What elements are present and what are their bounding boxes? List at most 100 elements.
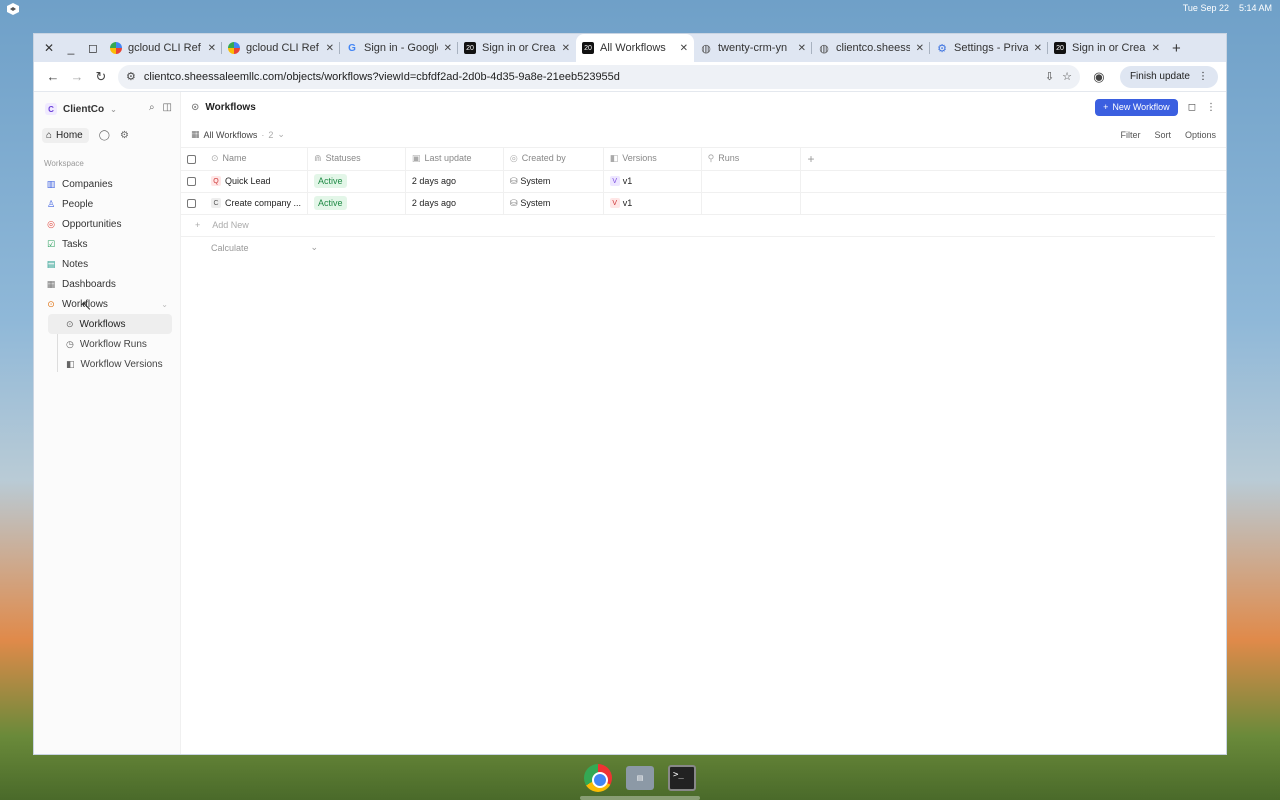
version-value: v1 [622,175,633,186]
column-header-versions[interactable]: ◧ Versions [603,148,702,171]
sidebar-subitem-label: Workflows [79,318,126,330]
version-avatar: V [609,198,620,209]
home-button[interactable]: ⌂ Home [42,128,89,143]
sidebar-subitem-workflows[interactable]: ⊙ Workflows [48,314,172,334]
site-info-icon[interactable]: ⚙ [126,70,136,83]
calculate-button[interactable]: Calculate ⌄ [181,237,1226,259]
install-app-icon[interactable]: ⇩ [1045,70,1054,83]
home-label: Home [56,130,83,141]
sidebar-item-dashboards[interactable]: ▦ Dashboards [42,274,172,294]
tab-close-icon[interactable]: ✕ [208,43,216,54]
row-checkbox[interactable] [187,177,196,187]
browser-tab[interactable]: 20 Sign in or Crea ✕ [458,34,576,62]
versions-cell[interactable]: Vv1 [603,192,702,215]
runs-cell[interactable] [701,192,802,215]
sidebar-item-workflows[interactable]: ⊙ Workflows ⌄ [42,294,172,314]
chrome-app-icon[interactable] [583,763,613,793]
row-checkbox[interactable] [187,199,196,209]
browser-tab[interactable]: ◍ clientco.sheess ✕ [812,34,930,62]
sidebar-item-companies[interactable]: ▥ Companies [42,174,172,194]
browser-tab[interactable]: 20 Sign in or Crea ✕ [1048,34,1166,62]
name-cell[interactable]: Q Quick Lead [204,170,309,193]
bookmark-star-icon[interactable]: ☆ [1062,70,1072,83]
browser-tab[interactable]: ◍ twenty-crm-yn ✕ [694,34,812,62]
status-cell[interactable]: Active [307,170,406,193]
tab-close-icon[interactable]: ✕ [798,43,806,54]
table-row[interactable]: Q Quick Lead Active 2 days ago ⛁ System Vv… [181,170,1226,193]
filter-button[interactable]: Filter [1120,130,1140,140]
browser-tab[interactable]: gcloud CLI Ref ✕ [222,34,340,62]
browser-tab[interactable]: gcloud CLI Ref ✕ [104,34,222,62]
browser-tab-active[interactable]: 20 All Workflows ✕ [576,34,694,62]
tab-close-icon[interactable]: ✕ [680,43,688,54]
column-header-created-by[interactable]: ◎ Created by [503,148,604,171]
new-workflow-button[interactable]: + New Workflow [1095,98,1178,116]
reload-icon[interactable]: ↻ [90,66,112,88]
column-label: Versions [622,153,657,164]
more-options-icon[interactable]: ⋮ [1206,102,1216,113]
column-header-runs[interactable]: ⚲ Runs [701,148,802,171]
tab-close-icon[interactable]: ✕ [444,43,452,54]
close-window-icon[interactable]: ✕ [38,37,60,59]
tab-close-icon[interactable]: ✕ [1152,43,1160,54]
created-by-cell[interactable]: ⛁ System [503,192,604,215]
files-app-icon[interactable]: ▤ [625,763,655,793]
select-all-checkbox[interactable] [187,154,196,164]
add-new-row-button[interactable]: + Add New [181,215,1215,237]
column-header-last-update[interactable]: ▣ Last update [405,148,504,171]
minimize-icon[interactable]: _ [60,37,82,59]
collapse-sidebar-icon[interactable]: ◫ [163,102,172,113]
back-icon[interactable]: ← [42,66,64,88]
maximize-icon[interactable]: ◻ [82,37,104,59]
browser-window: ✕ _ ◻ gcloud CLI Ref ✕ gcloud CLI Ref ✕ … [33,33,1227,755]
finish-update-button[interactable]: Finish update ⋮ [1119,65,1218,88]
sidebar-subitem-workflow-versions[interactable]: ◧ Workflow Versions [48,354,172,374]
sidebar-item-opportunities[interactable]: ◎ Opportunities [42,214,172,234]
clock-icon: ◷ [66,338,74,349]
chat-icon[interactable]: ◯ [99,130,110,141]
column-header-name[interactable]: ⊙ Name [204,148,309,171]
sort-button[interactable]: Sort [1154,130,1171,140]
last-update-cell[interactable]: 2 days ago [405,170,504,193]
browser-tab[interactable]: ⚙ Settings - Priva ✕ [930,34,1048,62]
table-row[interactable]: C Create company ... Active 2 days ago ⛁ S… [181,192,1226,215]
notification-icon[interactable]: ◻ [1188,102,1196,113]
system-icon: ⛁ [509,175,518,186]
plus-icon: + [1103,102,1109,112]
options-button[interactable]: Options [1185,130,1216,140]
view-switcher[interactable]: All Workflows [204,130,258,140]
column-header-statuses[interactable]: ⋒ Statuses [307,148,406,171]
tab-close-icon[interactable]: ✕ [1034,43,1042,54]
sidebar-item-notes[interactable]: ▤ Notes [42,254,172,274]
status-cell[interactable]: Active [307,192,406,215]
os-logo-icon[interactable] [6,2,20,16]
system-clock[interactable]: Tue Sep 22 5:14 AM [1183,3,1272,13]
settings-gear-icon[interactable]: ⚙ [120,130,129,141]
finish-update-label: Finish update [1129,71,1190,82]
sidebar-item-tasks[interactable]: ☑ Tasks [42,234,172,254]
url-omnibox[interactable]: ⚙ clientco.sheessaleemllc.com/objects/wo… [118,64,1080,89]
new-tab-icon[interactable]: + [1172,40,1181,57]
add-column-plus-icon[interactable]: + [807,152,814,166]
versions-cell[interactable]: Vv1 [603,170,702,193]
sidebar-subitem-workflow-runs[interactable]: ◷ Workflow Runs [48,334,172,354]
browser-tab[interactable]: G Sign in - Google ✕ [340,34,458,62]
last-update-cell[interactable]: 2 days ago [405,192,504,215]
name-cell[interactable]: C Create company ... [204,192,309,215]
terminal-app-icon[interactable]: >_ [667,763,697,793]
sidebar-item-people[interactable]: ♙ People [42,194,172,214]
created-by-cell[interactable]: ⛁ System [503,170,604,193]
page-title: Workflows [205,101,256,113]
created-by-value: System [520,197,551,208]
tab-close-icon[interactable]: ✕ [916,43,924,54]
forward-icon[interactable]: → [66,66,88,88]
tab-close-icon[interactable]: ✕ [562,43,570,54]
chevron-down-icon[interactable]: ⌄ [161,300,168,309]
versions-icon: ◧ [66,358,75,369]
runs-cell[interactable] [701,170,802,193]
target-icon: ◎ [47,218,55,229]
tab-close-icon[interactable]: ✕ [326,43,334,54]
search-icon[interactable]: ⌕ [149,102,155,113]
profile-icon[interactable]: ◉ [1088,66,1110,88]
chevron-down-icon[interactable]: ⌄ [277,129,285,140]
